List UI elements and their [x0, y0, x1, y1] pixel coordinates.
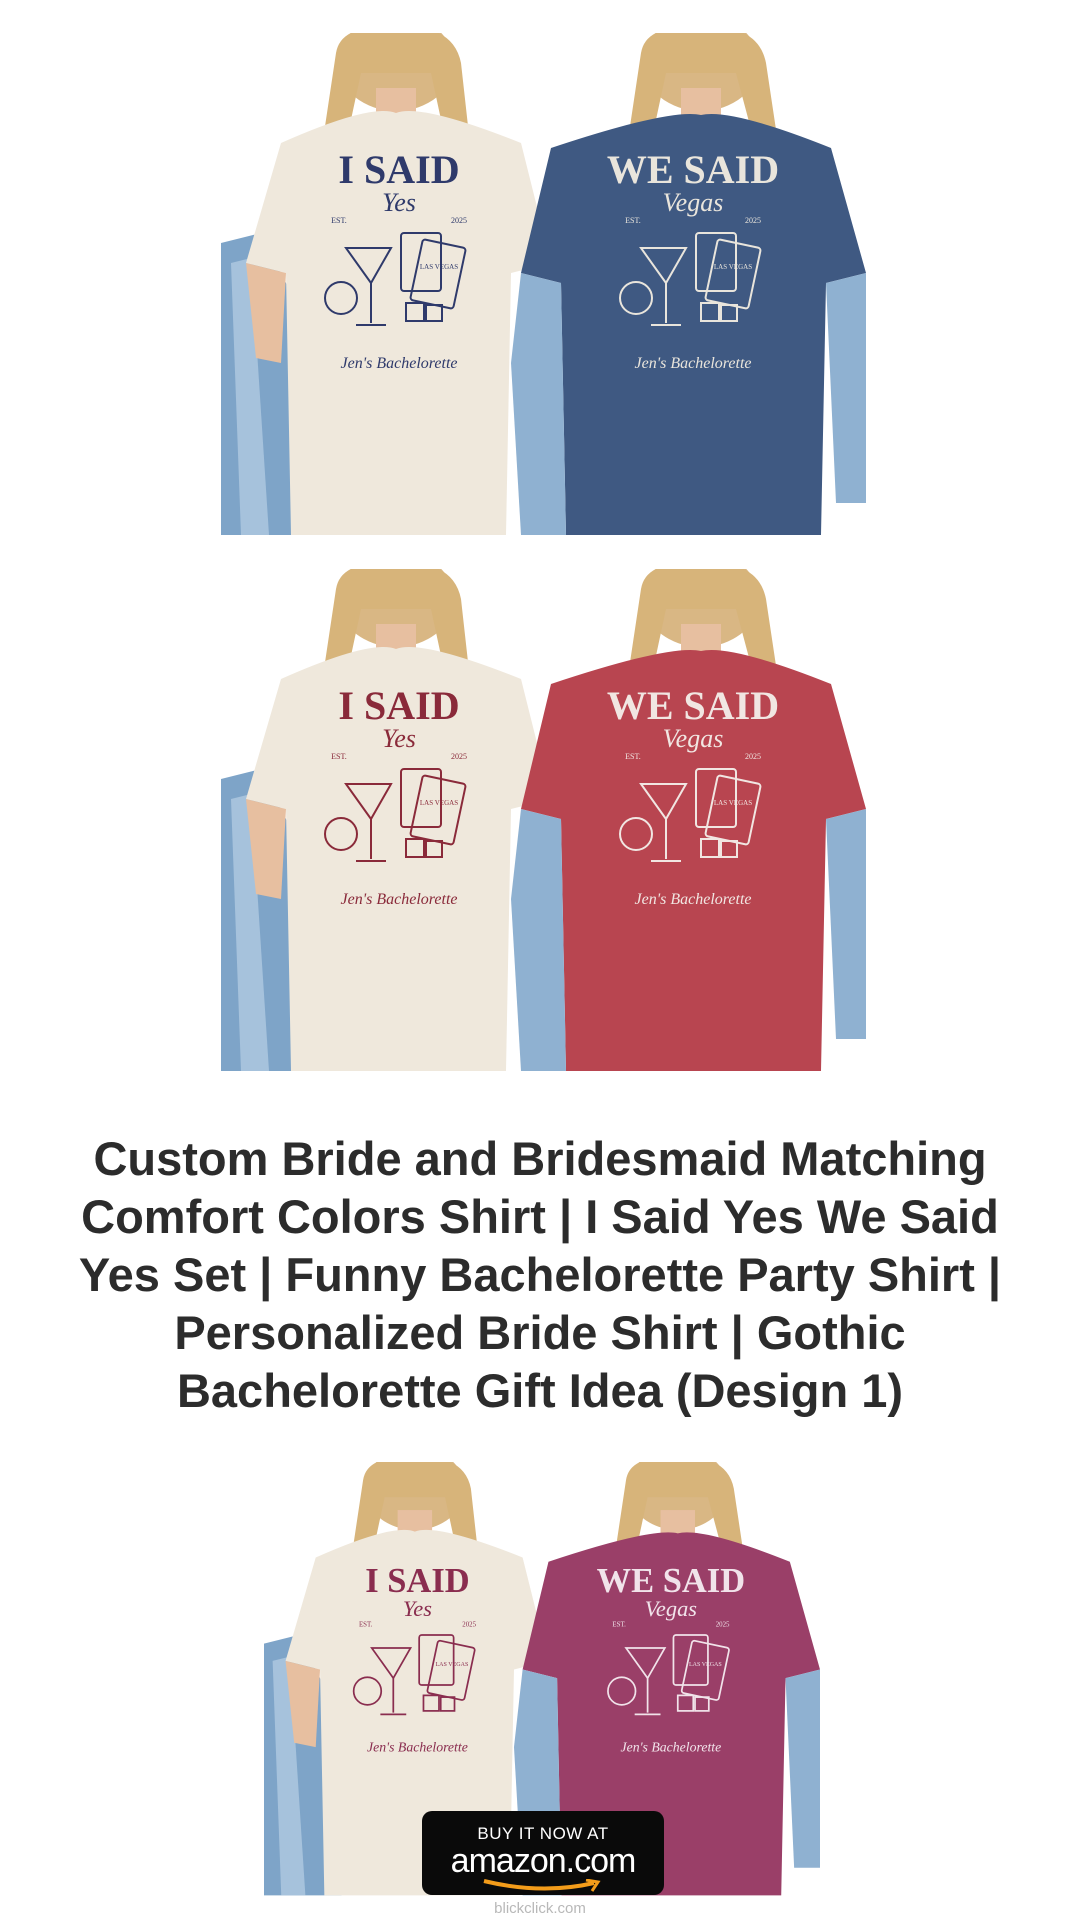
svg-text:Vegas: Vegas [645, 1596, 698, 1621]
svg-text:I SAID: I SAID [365, 1562, 469, 1600]
svg-text:EST.: EST. [331, 216, 347, 225]
product-photo-1: I SAID Yes EST. 2025 LAS VEGAS Jen's Bac… [221, 33, 866, 535]
svg-text:Jen's Bachelorette: Jen's Bachelorette [367, 1739, 468, 1754]
svg-text:WE SAID: WE SAID [607, 683, 779, 728]
product-photo-2: I SAID Yes EST. 2025 LAS VEGAS Jen's Bac… [221, 569, 866, 1071]
svg-text:Vegas: Vegas [663, 188, 724, 217]
svg-text:WE SAID: WE SAID [607, 147, 779, 192]
svg-text:Jen's Bachelorette: Jen's Bachelorette [341, 355, 458, 372]
amazon-smile-icon [483, 1879, 601, 1892]
buy-button-caption: BUY IT NOW AT [477, 1824, 609, 1843]
svg-text:WE SAID: WE SAID [597, 1562, 745, 1600]
svg-text:LAS VEGAS: LAS VEGAS [689, 1662, 722, 1668]
svg-text:Yes: Yes [382, 724, 416, 753]
svg-text:LAS VEGAS: LAS VEGAS [420, 799, 458, 807]
svg-text:Jen's Bachelorette: Jen's Bachelorette [635, 355, 752, 372]
amazon-logo-text: amazon.com [450, 1842, 637, 1880]
svg-text:2025: 2025 [716, 1621, 730, 1628]
svg-text:2025: 2025 [451, 752, 467, 761]
svg-text:Jen's Bachelorette: Jen's Bachelorette [620, 1739, 721, 1754]
svg-text:EST.: EST. [359, 1621, 373, 1628]
svg-text:I SAID: I SAID [338, 147, 459, 192]
svg-text:Jen's Bachelorette: Jen's Bachelorette [635, 891, 752, 908]
svg-text:EST.: EST. [625, 216, 641, 225]
svg-text:I SAID: I SAID [338, 683, 459, 728]
svg-text:LAS VEGAS: LAS VEGAS [420, 263, 458, 271]
svg-text:LAS VEGAS: LAS VEGAS [436, 1662, 469, 1668]
svg-text:LAS VEGAS: LAS VEGAS [714, 799, 752, 807]
svg-text:Yes: Yes [403, 1596, 432, 1621]
svg-text:2025: 2025 [451, 216, 467, 225]
svg-text:2025: 2025 [745, 752, 761, 761]
footer-watermark: blickclick.com [494, 1900, 586, 1917]
product-title: Custom Bride and Bridesmaid Matching Com… [78, 1132, 1002, 1417]
svg-text:Yes: Yes [382, 188, 416, 217]
svg-text:2025: 2025 [462, 1621, 476, 1628]
svg-text:Jen's Bachelorette: Jen's Bachelorette [341, 891, 458, 908]
svg-text:EST.: EST. [612, 1621, 626, 1628]
svg-text:EST.: EST. [625, 752, 641, 761]
svg-text:EST.: EST. [331, 752, 347, 761]
svg-text:2025: 2025 [745, 216, 761, 225]
buy-on-amazon-button[interactable]: BUY IT NOW AT amazon.com [422, 1811, 664, 1895]
svg-text:LAS VEGAS: LAS VEGAS [714, 263, 752, 271]
svg-text:Vegas: Vegas [663, 724, 724, 753]
